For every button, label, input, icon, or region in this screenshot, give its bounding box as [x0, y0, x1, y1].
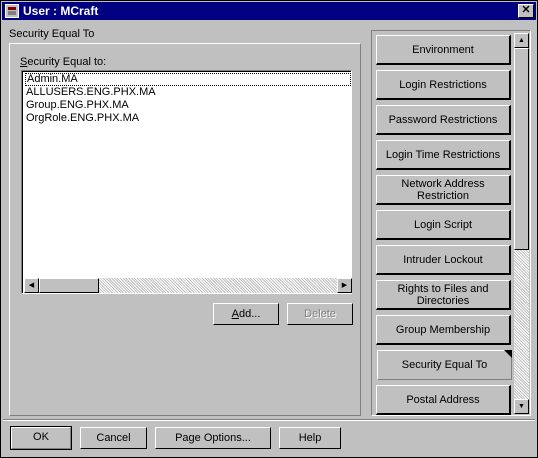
section-title: Security Equal To — [9, 28, 95, 40]
tab-group-membership[interactable]: Group Membership — [376, 315, 511, 345]
help-button[interactable]: Help — [279, 427, 341, 449]
list-item[interactable]: OrgRole.ENG.PHX.MA — [25, 112, 139, 125]
tab-security-equal-to-label: Security Equal To — [401, 359, 488, 371]
tab-rights-to-files[interactable]: Rights to Files and Directories — [376, 280, 511, 310]
list-item[interactable]: Group.ENG.PHX.MA — [25, 99, 129, 112]
list-item[interactable]: Admin.MA — [25, 73, 351, 86]
security-equal-label: Security Equal to: — [20, 56, 106, 68]
tabs-vertical-scrollbar[interactable]: ▲ ▼ — [514, 33, 529, 414]
scroll-right-icon[interactable]: ▶ — [337, 278, 352, 293]
add-mnemonic: A — [231, 308, 239, 320]
tab-login-time-restrictions[interactable]: Login Time Restrictions — [376, 140, 511, 170]
tab-password-restrictions[interactable]: Password Restrictions — [376, 105, 511, 135]
tab-login-script[interactable]: Login Script — [376, 210, 511, 240]
scroll-left-icon[interactable]: ◀ — [24, 278, 39, 293]
user-dialog-window: User : MCraft ✕ Security Equal To Securi… — [0, 0, 538, 458]
user-window-icon[interactable] — [5, 4, 19, 18]
add-rest: dd... — [238, 308, 261, 320]
add-button[interactable]: Add... — [213, 303, 279, 325]
tab-environment[interactable]: Environment — [376, 35, 511, 65]
scroll-down-icon[interactable]: ▼ — [514, 399, 529, 414]
tab-intruder-lockout[interactable]: Intruder Lockout — [376, 245, 511, 275]
title-bar[interactable]: User : MCraft ✕ — [2, 2, 536, 20]
window-title: User : MCraft — [23, 4, 99, 18]
tab-login-restrictions[interactable]: Login Restrictions — [376, 70, 511, 100]
tab-fold-corner — [504, 350, 512, 358]
delete-button[interactable]: Delete — [287, 303, 353, 325]
list-item[interactable]: ALLUSERS.ENG.PHX.MA — [25, 86, 156, 99]
close-button[interactable]: ✕ — [518, 4, 534, 18]
tabs-scroll-thumb[interactable] — [514, 48, 529, 250]
tab-postal-address[interactable]: Postal Address — [376, 385, 511, 415]
listbox-inner: Admin.MA ALLUSERS.ENG.PHX.MA Group.ENG.P… — [22, 71, 352, 293]
tab-network-address-restriction[interactable]: Network Address Restriction — [376, 175, 511, 205]
ok-button[interactable]: OK — [10, 426, 72, 450]
horizontal-scrollbar[interactable]: ◀ ▶ — [24, 278, 352, 293]
bottom-divider — [3, 419, 535, 421]
scroll-thumb[interactable] — [39, 278, 99, 293]
scroll-up-icon[interactable]: ▲ — [514, 33, 529, 48]
ok-button-label: OK — [11, 427, 71, 449]
page-options-button[interactable]: Page Options... — [155, 427, 271, 449]
cancel-button[interactable]: Cancel — [80, 427, 147, 449]
tab-security-equal-to[interactable]: Security Equal To — [377, 350, 512, 380]
label-rest: ecurity Equal to: — [27, 56, 107, 68]
security-equal-listbox[interactable]: Admin.MA ALLUSERS.ENG.PHX.MA Group.ENG.P… — [21, 70, 352, 294]
